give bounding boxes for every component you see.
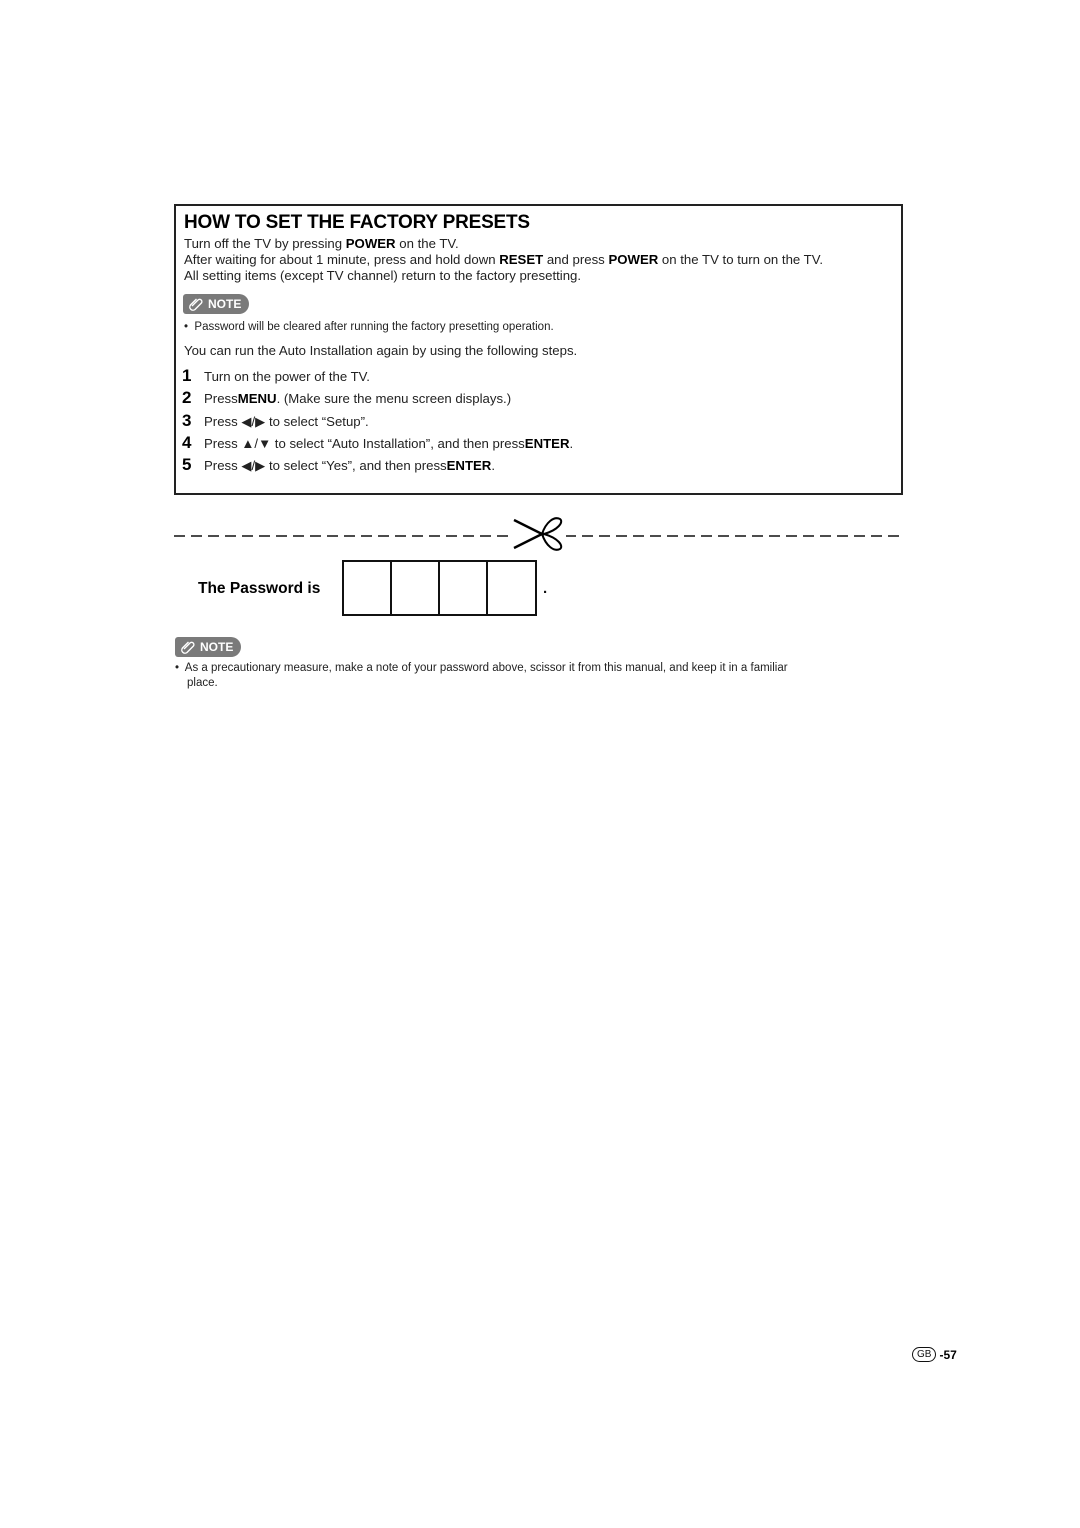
password-digit-box xyxy=(392,562,440,614)
power-key-label: POWER xyxy=(345,236,396,251)
steps-list: 1 Turn on the power of the TV. 2 Press MEN… xyxy=(182,366,573,477)
menu-key-label: MENU xyxy=(237,391,277,407)
step-text: . xyxy=(569,435,574,451)
note-item: • Password will be cleared after running… xyxy=(184,321,554,333)
period-mark: . xyxy=(543,580,548,597)
section-title: HOW TO SET THE FACTORY PRESETS xyxy=(184,212,530,233)
password-label: The Password is xyxy=(198,580,321,597)
page-number: -57 xyxy=(939,1347,957,1362)
step-text: Press ▲/▼ to select “Auto Installation”,… xyxy=(204,435,525,451)
step-number: 5 xyxy=(182,455,192,475)
step-number: 1 xyxy=(182,366,192,385)
password-digit-box xyxy=(488,562,535,614)
step-number: 3 xyxy=(182,410,192,430)
paperclip-icon xyxy=(181,641,195,654)
note-badge: NOTE xyxy=(183,294,250,314)
step-number: 4 xyxy=(182,432,192,452)
text: on the TV. xyxy=(395,236,459,251)
text: on the TV to turn on the TV. xyxy=(658,252,823,267)
password-boxes xyxy=(342,560,537,616)
page-footer: GB -57 xyxy=(912,1347,957,1362)
region-badge: GB xyxy=(912,1347,937,1362)
step-text: . (Make sure the menu screen displays.) xyxy=(276,391,512,407)
step-text: Press xyxy=(204,391,238,407)
factory-presets-section: HOW TO SET THE FACTORY PRESETS Turn off … xyxy=(174,204,903,495)
note-item: • As a precautionary measure, make a not… xyxy=(175,661,905,691)
text: After waiting for about 1 minute, press … xyxy=(184,252,500,267)
instruction-reset: After waiting for about 1 minute, press … xyxy=(184,252,823,268)
reset-key-label: RESET xyxy=(499,252,544,267)
step-text: Turn on the power of the TV. xyxy=(204,369,370,384)
steps-intro: You can run the Auto Installation again … xyxy=(184,343,578,358)
instruction-power-off: Turn off the TV by pressing POWER on the… xyxy=(184,236,459,252)
note-label: NOTE xyxy=(208,297,242,311)
enter-key-label: ENTER xyxy=(446,458,492,474)
password-digit-box xyxy=(440,562,488,614)
paperclip-icon xyxy=(189,298,203,311)
note-text: As a precautionary measure, make a note … xyxy=(184,662,788,674)
power-key-label: POWER xyxy=(608,252,659,267)
note-badge: NOTE xyxy=(175,637,242,657)
step-item: 1 Turn on the power of the TV. xyxy=(182,366,573,388)
step-number: 2 xyxy=(182,388,192,408)
text: and press xyxy=(543,252,609,267)
step-text: Press ◀/▶ to select “Setup”. xyxy=(204,413,369,429)
enter-key-label: ENTER xyxy=(524,435,570,451)
step-text: . xyxy=(491,458,496,474)
step-item: 4 Press ▲/▼ to select “Auto Installation”… xyxy=(182,433,573,455)
step-text: Press ◀/▶ to select “Yes”, and then pres… xyxy=(204,458,447,474)
password-digit-box xyxy=(344,562,392,614)
note-label: NOTE xyxy=(200,640,234,654)
scissors-icon xyxy=(508,517,566,551)
note-text: Password will be cleared after running t… xyxy=(194,321,554,333)
step-item: 3 Press ◀/▶ to select “Setup”. xyxy=(182,411,573,433)
instruction-result: All setting items (except TV channel) re… xyxy=(184,268,582,283)
text: Turn off the TV by pressing xyxy=(184,236,346,251)
note-text-continued: place. xyxy=(187,677,218,689)
step-item: 2 Press MENU. (Make sure the menu screen … xyxy=(182,388,573,410)
step-item: 5 Press ◀/▶ to select “Yes”, and then pre… xyxy=(182,455,573,477)
